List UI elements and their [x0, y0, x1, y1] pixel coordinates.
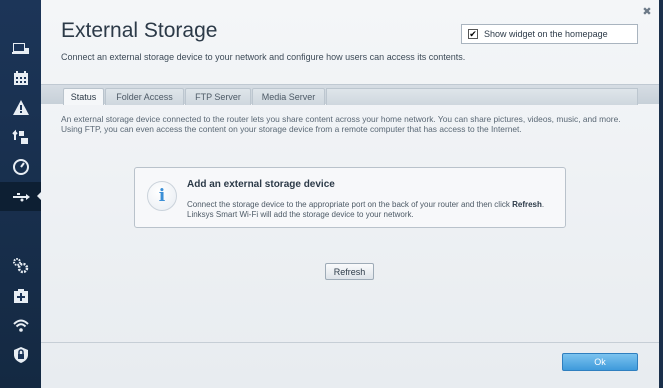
- sidebar-nav: [0, 0, 42, 388]
- info-card-text-line2: Linksys Smart Wi-Fi will add the storage…: [187, 210, 414, 219]
- nav-item-parental-controls[interactable]: [0, 63, 41, 92]
- wireless-icon: [12, 319, 29, 332]
- external-storage-panel: ✖ External Storage Connect an external s…: [41, 0, 659, 388]
- window-right-edge: [659, 0, 663, 388]
- tab-folder-access[interactable]: Folder Access: [105, 88, 184, 105]
- footer-divider: [41, 342, 659, 343]
- tab-media-server[interactable]: Media Server: [252, 88, 325, 105]
- speed-test-icon: [12, 158, 29, 175]
- show-widget-toggle[interactable]: ✔ Show widget on the homepage: [461, 24, 638, 44]
- info-card-text-after: .: [541, 200, 545, 209]
- nav-item-guest-access[interactable]: [0, 281, 41, 310]
- parental-controls-icon: [13, 70, 28, 85]
- nav-item-speed-test[interactable]: [0, 152, 41, 181]
- device-list-icon: [11, 42, 29, 54]
- nav-item-media-prioritization[interactable]: [0, 122, 41, 151]
- info-card-title: Add an external storage device: [187, 179, 335, 190]
- troubleshooting-icon: [12, 99, 29, 115]
- close-icon[interactable]: ✖: [641, 6, 653, 18]
- refresh-button[interactable]: Refresh: [325, 263, 374, 280]
- guest-access-icon: [13, 288, 28, 303]
- nav-item-security[interactable]: [0, 340, 41, 369]
- nav-item-troubleshooting[interactable]: [0, 93, 41, 122]
- tab-strip-filler: [326, 88, 638, 105]
- info-icon: i: [147, 181, 177, 211]
- tab-status[interactable]: Status: [63, 88, 104, 105]
- tab-bar: Status Folder Access FTP Server Media Se…: [41, 84, 659, 105]
- info-card-text-bold: Refresh: [512, 200, 542, 209]
- show-widget-checkbox[interactable]: ✔: [468, 29, 478, 39]
- connectivity-icon: [12, 257, 28, 273]
- page-title: External Storage: [61, 19, 218, 42]
- info-card-text-before: Connect the storage device to the approp…: [187, 200, 513, 209]
- storage-description: An external storage device connected to …: [61, 114, 621, 134]
- page-subtitle: Connect an external storage device to yo…: [61, 52, 466, 62]
- security-icon: [13, 346, 28, 363]
- nav-item-wireless[interactable]: [0, 310, 41, 339]
- add-storage-info-card: i Add an external storage device Connect…: [134, 167, 566, 228]
- nav-item-device-list[interactable]: [0, 33, 41, 62]
- media-prioritization-icon: [11, 129, 28, 144]
- external-storage-icon: [12, 192, 30, 201]
- show-widget-label: Show widget on the homepage: [484, 29, 608, 39]
- nav-item-external-storage[interactable]: [0, 182, 42, 211]
- nav-item-connectivity[interactable]: [0, 251, 41, 280]
- ok-button[interactable]: Ok: [562, 353, 638, 371]
- info-card-text: Connect the storage device to the approp…: [187, 200, 559, 220]
- tab-ftp-server[interactable]: FTP Server: [185, 88, 251, 105]
